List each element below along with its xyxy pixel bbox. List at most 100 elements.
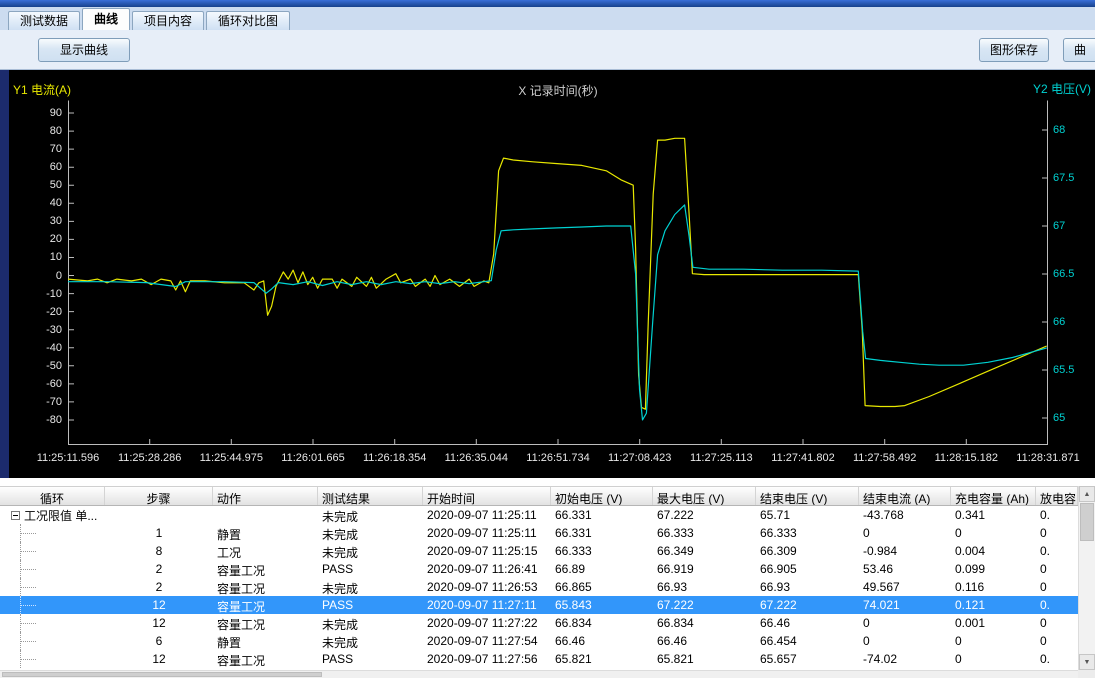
table-row[interactable]: 12容量工况PASS2020-09-07 11:27:5665.82165.82…	[0, 650, 1078, 668]
toolbar: 显示曲线 图形保存 曲	[0, 30, 1095, 70]
table-cell: 65.71	[756, 506, 859, 524]
y1-tick-label: -60	[20, 378, 62, 390]
x-tick-label: 11:27:08.423	[594, 452, 686, 464]
column-header-8[interactable]: 结束电流 (A)	[859, 487, 951, 505]
x-tick-label: 11:26:01.665	[267, 452, 359, 464]
table-cell: 66.454	[756, 632, 859, 650]
y1-tick-label: -20	[20, 306, 62, 318]
plot-area	[68, 100, 1048, 445]
scroll-up-button[interactable]: ▲	[1079, 486, 1095, 502]
x-axis-title: X 记录时间(秒)	[68, 82, 1048, 99]
y1-tick-label: 80	[20, 125, 62, 137]
x-tick-label: 11:26:51.734	[512, 452, 604, 464]
table-cell: 67.222	[653, 596, 756, 614]
y1-tick-label: -70	[20, 396, 62, 408]
table-cell: 8	[105, 542, 213, 560]
collapse-icon[interactable]	[11, 511, 20, 520]
table-cell: 0.001	[951, 614, 1036, 632]
y1-tick-label: 70	[20, 143, 62, 155]
table-row[interactable]: 1静置未完成2020-09-07 11:25:1166.33166.33366.…	[0, 524, 1078, 542]
table-cell: 未完成	[318, 542, 423, 560]
horizontal-scroll-thumb[interactable]	[2, 672, 322, 677]
window-title-strip	[0, 0, 1095, 7]
tab-cycle-comparison[interactable]: 循环对比图	[206, 11, 290, 30]
vertical-scrollbar[interactable]: ▲ ▼	[1078, 486, 1095, 670]
table-cell: 0	[951, 632, 1036, 650]
x-tick-label: 11:27:25.113	[675, 452, 767, 464]
table-cell: 66.865	[551, 578, 653, 596]
tab-project-content[interactable]: 项目内容	[132, 11, 204, 30]
table-cell: 工况	[213, 542, 318, 560]
table-cell: 容量工况	[213, 578, 318, 596]
table-cell: 2	[105, 560, 213, 578]
table-cell: 12	[105, 596, 213, 614]
table-cell: 65.843	[551, 596, 653, 614]
horizontal-scrollbar[interactable]	[0, 670, 1078, 678]
save-graphic-button[interactable]: 图形保存	[979, 38, 1049, 62]
column-header-10[interactable]: 放电容	[1036, 487, 1078, 505]
table-row[interactable]: 8工况未完成2020-09-07 11:25:1566.33366.34966.…	[0, 542, 1078, 560]
y1-axis-title: Y1 电流(A)	[13, 81, 71, 98]
table-cell: 0	[1036, 614, 1078, 632]
table-cell: 1	[105, 524, 213, 542]
y1-tick-label: -40	[20, 342, 62, 354]
save-curve-button[interactable]: 曲	[1063, 38, 1095, 62]
y1-tick-label: 90	[20, 107, 62, 119]
table-cell: 0	[1036, 560, 1078, 578]
table-cell: 67.222	[756, 596, 859, 614]
column-header-3[interactable]: 测试结果	[318, 487, 423, 505]
table-cell: 未完成	[318, 506, 423, 524]
table-cell: PASS	[318, 560, 423, 578]
x-tick-label: 11:27:41.802	[757, 452, 849, 464]
table-cell	[0, 614, 105, 632]
y2-tick-label: 68	[1053, 124, 1065, 136]
table-row[interactable]: 12容量工况PASS2020-09-07 11:27:1165.84367.22…	[0, 596, 1078, 614]
table-cell: 66.93	[756, 578, 859, 596]
tree-stub	[20, 533, 36, 534]
table-row[interactable]: 2容量工况未完成2020-09-07 11:26:5366.86566.9366…	[0, 578, 1078, 596]
scroll-down-button[interactable]: ▼	[1079, 654, 1095, 670]
table-row[interactable]: 12容量工况未完成2020-09-07 11:27:2266.83466.834…	[0, 614, 1078, 632]
tab-curve[interactable]: 曲线	[82, 8, 130, 30]
column-header-4[interactable]: 开始时间	[423, 487, 551, 505]
table-cell: 0.116	[951, 578, 1036, 596]
column-header-1[interactable]: 步骤	[105, 487, 213, 505]
column-header-5[interactable]: 初始电压 (V)	[551, 487, 653, 505]
y1-tick-label: 60	[20, 161, 62, 173]
column-header-0[interactable]: 循环	[0, 487, 105, 505]
tree-stub	[20, 641, 36, 642]
table-cell: 2020-09-07 11:25:15	[423, 542, 551, 560]
y1-tick-label: -10	[20, 288, 62, 300]
table-row[interactable]: 工况限值 单...未完成2020-09-07 11:25:1166.33167.…	[0, 506, 1078, 524]
x-tick-label: 11:25:44.975	[185, 452, 277, 464]
y2-tick-label: 67	[1053, 220, 1065, 232]
x-tick-label: 11:28:15.182	[920, 452, 1012, 464]
table-row[interactable]: 2容量工况PASS2020-09-07 11:26:4166.8966.9196…	[0, 560, 1078, 578]
table-cell: 0.	[1036, 650, 1078, 668]
table-cell: 66.333	[756, 524, 859, 542]
table-cell: 0.004	[951, 542, 1036, 560]
tab-test-data[interactable]: 测试数据	[8, 11, 80, 30]
table-body: 工况限值 单...未完成2020-09-07 11:25:1166.33167.…	[0, 506, 1078, 668]
group-label: 工况限值 单...	[24, 507, 97, 524]
tree-stub	[20, 551, 36, 552]
table-row[interactable]: 6静置未完成2020-09-07 11:27:5466.4666.4666.45…	[0, 632, 1078, 650]
table-cell: 0	[951, 650, 1036, 668]
table-cell	[0, 578, 105, 596]
y2-tick-label: 66	[1053, 316, 1065, 328]
column-header-7[interactable]: 结束电压 (V)	[756, 487, 859, 505]
table-cell: 0.	[1036, 506, 1078, 524]
table-cell: 66.349	[653, 542, 756, 560]
table-cell: 0.341	[951, 506, 1036, 524]
table-cell: 容量工况	[213, 596, 318, 614]
x-tick-label: 11:27:58.492	[839, 452, 931, 464]
y1-tick-label: 30	[20, 215, 62, 227]
column-header-6[interactable]: 最大电压 (V)	[653, 487, 756, 505]
column-header-9[interactable]: 充电容量 (Ah)	[951, 487, 1036, 505]
table-cell: 66.834	[653, 614, 756, 632]
column-header-2[interactable]: 动作	[213, 487, 318, 505]
table-header: 循环步骤动作测试结果开始时间初始电压 (V)最大电压 (V)结束电压 (V)结束…	[0, 486, 1078, 506]
x-tick-label: 11:28:31.871	[1002, 452, 1094, 464]
vertical-scroll-thumb[interactable]	[1080, 503, 1094, 541]
show-curve-button[interactable]: 显示曲线	[38, 38, 130, 62]
